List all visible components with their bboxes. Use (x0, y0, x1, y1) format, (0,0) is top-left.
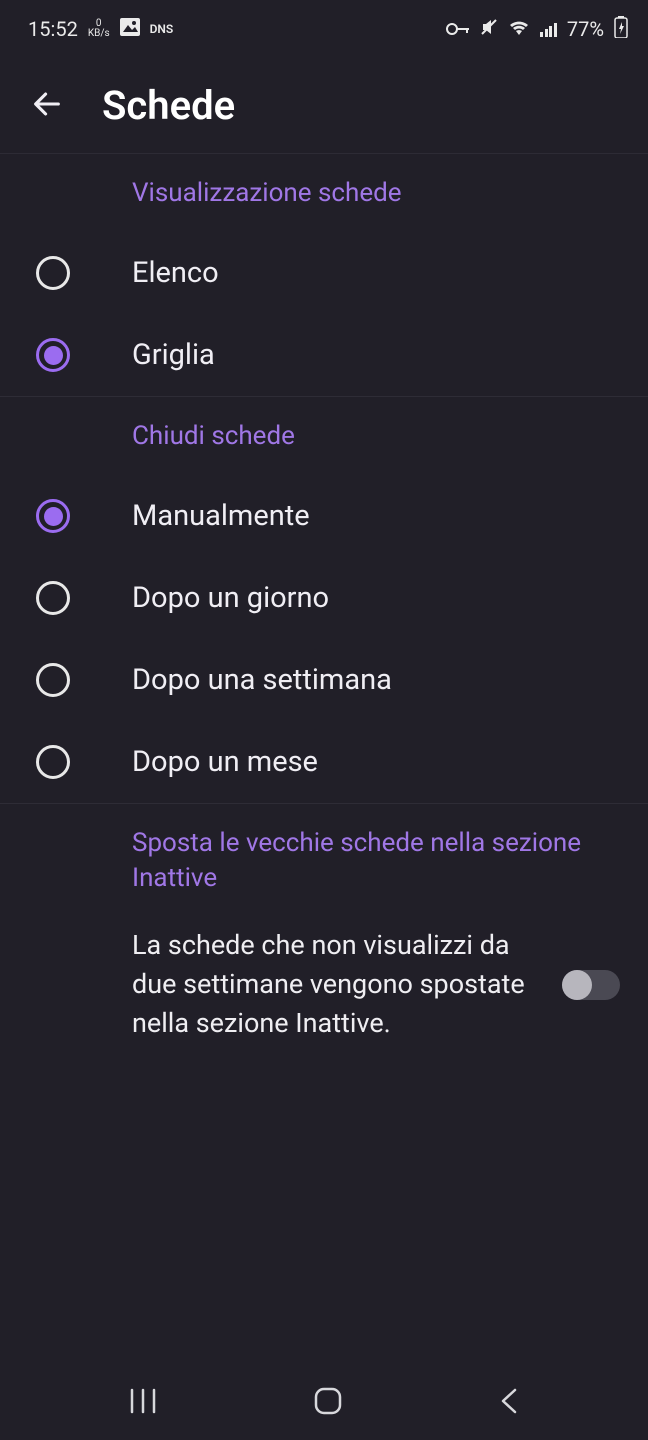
radio-row-elenco[interactable]: Elenco (0, 232, 648, 314)
radio-label: Dopo un giorno (132, 581, 329, 615)
radio-label: Griglia (132, 338, 215, 372)
speed-unit: KB/s (88, 29, 110, 39)
radio-icon (36, 581, 70, 615)
home-icon (313, 1386, 343, 1416)
status-left: 15:52 0 KB/s DNS (28, 17, 173, 41)
battery-text: 77% (567, 17, 604, 41)
status-time: 15:52 (28, 17, 78, 41)
wifi-icon (508, 17, 530, 41)
app-bar: Schede (0, 58, 648, 154)
status-bar: 15:52 0 KB/s DNS 77% (0, 0, 648, 58)
section-header-inactive: Sposta le vecchie schede nella sezione I… (0, 804, 648, 906)
navigation-bar (0, 1370, 648, 1440)
radio-icon (36, 745, 70, 779)
radio-label: Dopo un mese (132, 745, 318, 779)
arrow-left-icon (30, 87, 64, 121)
radio-row-giorno[interactable]: Dopo un giorno (0, 557, 648, 639)
recents-icon (128, 1388, 158, 1414)
radio-label: Dopo una settimana (132, 663, 392, 697)
radio-label: Manualmente (132, 499, 310, 533)
image-icon (120, 17, 140, 41)
radio-icon-selected (36, 499, 70, 533)
mute-icon (480, 17, 498, 41)
nav-home-button[interactable] (313, 1386, 343, 1416)
radio-row-mese[interactable]: Dopo un mese (0, 721, 648, 803)
signal-icon (540, 21, 557, 37)
radio-row-settimana[interactable]: Dopo una settimana (0, 639, 648, 721)
dns-label: DNS (150, 22, 174, 36)
nav-back-button[interactable] (498, 1386, 520, 1416)
radio-icon (36, 256, 70, 290)
radio-row-manualmente[interactable]: Manualmente (0, 475, 648, 557)
status-speed: 0 KB/s (88, 19, 110, 39)
switch-knob (562, 970, 592, 1000)
toggle-switch[interactable] (562, 970, 620, 1000)
radio-label: Elenco (132, 256, 219, 290)
section-header-view: Visualizzazione schede (0, 154, 648, 232)
toggle-description: La schede che non visualizzi da due sett… (132, 926, 538, 1043)
nav-recents-button[interactable] (128, 1388, 158, 1414)
battery-icon (614, 16, 628, 43)
toggle-row-inactive[interactable]: La schede che non visualizzi da due sett… (0, 906, 648, 1063)
radio-row-griglia[interactable]: Griglia (0, 314, 648, 396)
back-button[interactable] (30, 87, 64, 125)
radio-icon-selected (36, 338, 70, 372)
vpn-key-icon (446, 17, 470, 41)
radio-icon (36, 663, 70, 697)
back-icon (498, 1386, 520, 1416)
status-right: 77% (446, 16, 628, 43)
section-header-close: Chiudi schede (0, 397, 648, 475)
page-title: Schede (102, 82, 235, 129)
